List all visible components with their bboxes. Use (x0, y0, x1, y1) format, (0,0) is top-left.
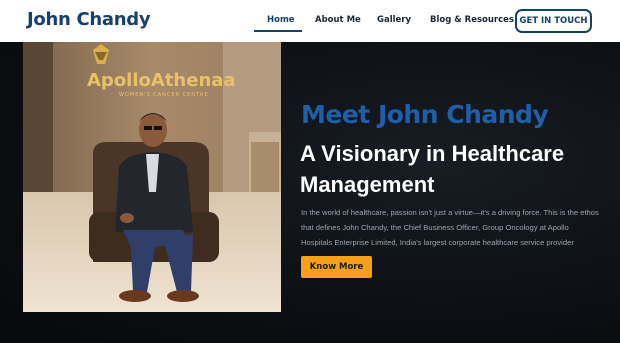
sign-text: ApolloAthenaa (87, 70, 236, 91)
hero-photo: ApolloAthenaa WOMEN'S CANCER CENTRE (23, 42, 281, 312)
nav-active-underline (254, 30, 302, 32)
brand-logo[interactable]: John Chandy (27, 9, 151, 30)
nav-blog-resources[interactable]: Blog & Resources (430, 15, 514, 25)
know-more-button[interactable]: Know More (301, 256, 372, 278)
hero-heading: Meet John Chandy (301, 100, 549, 129)
get-in-touch-button[interactable]: GET IN TOUCH (515, 9, 592, 33)
nav-gallery[interactable]: Gallery (377, 15, 411, 25)
hero-subheading: A Visionary in Healthcare Management (300, 141, 565, 197)
hero-description: In the world of healthcare, passion isn'… (301, 208, 599, 247)
site-header: John Chandy Home About Me Gallery Blog &… (0, 0, 620, 42)
nav-about-me[interactable]: About Me (315, 15, 361, 25)
nav-home[interactable]: Home (267, 15, 295, 25)
sign-subtext: WOMEN'S CANCER CENTRE (119, 92, 209, 98)
